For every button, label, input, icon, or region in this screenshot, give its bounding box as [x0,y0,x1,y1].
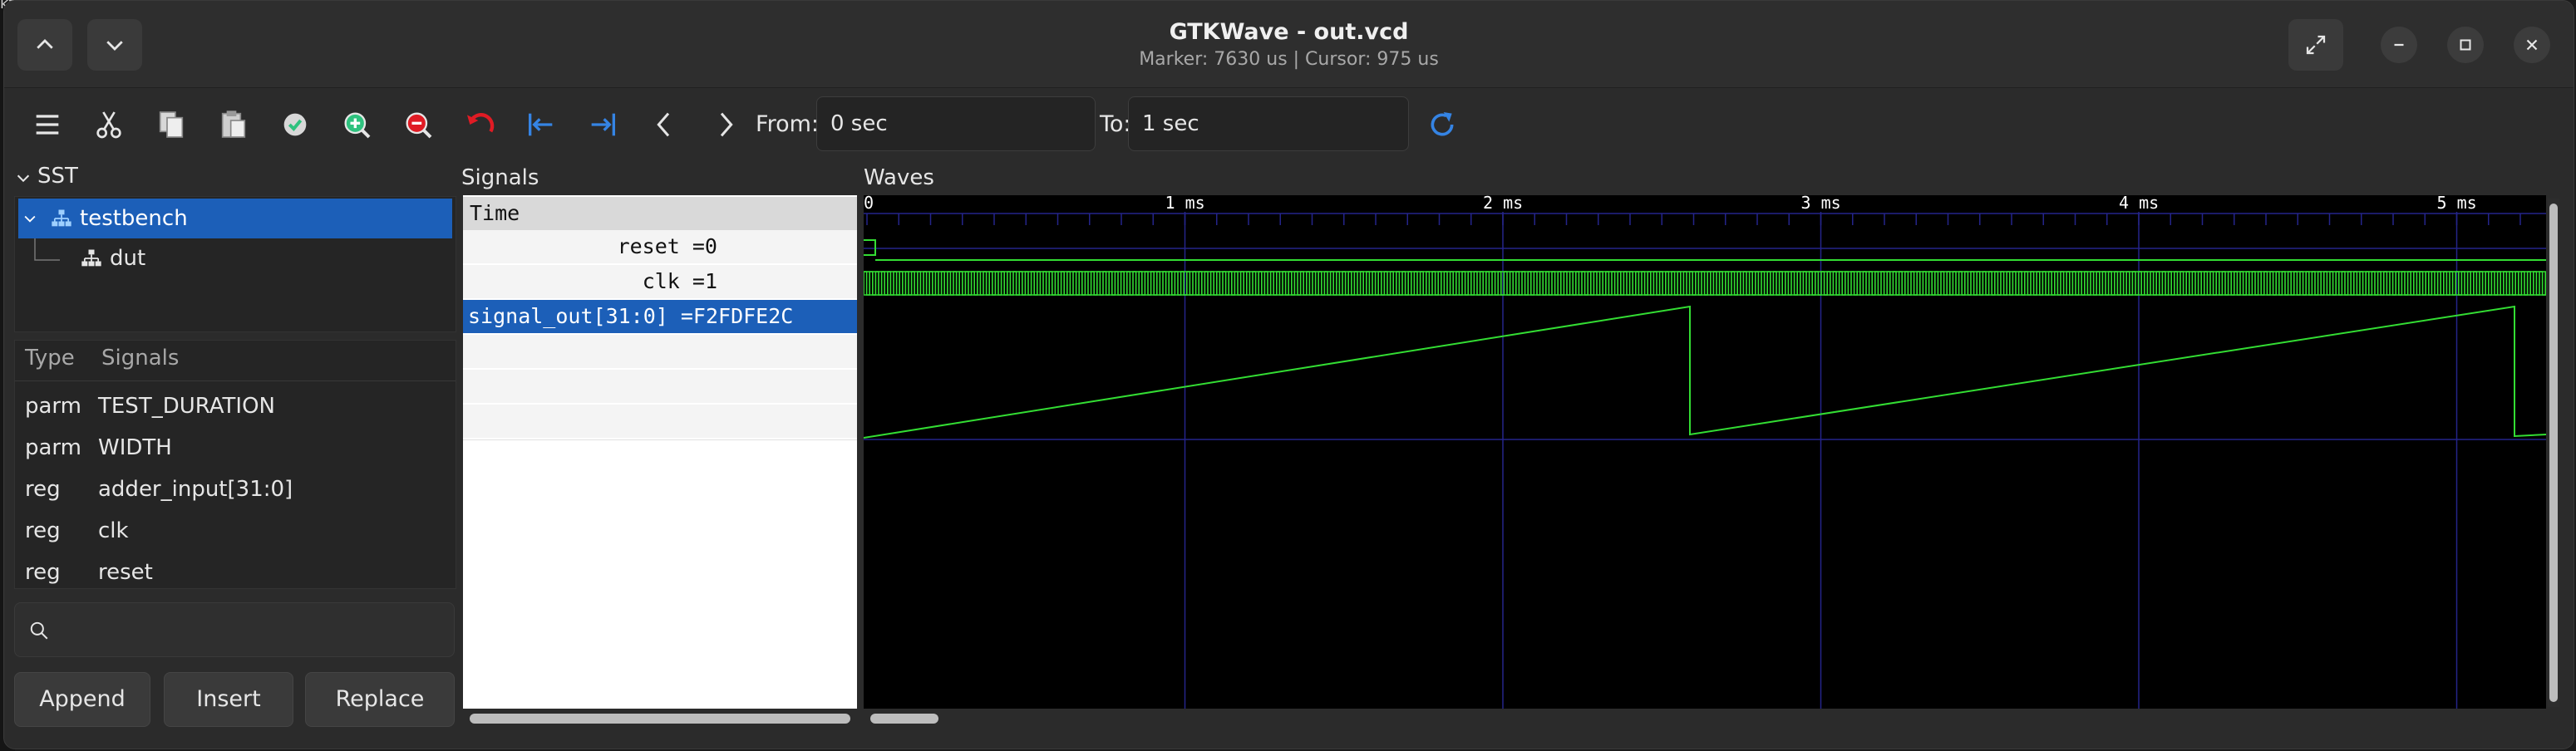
ruler-label: 1 ms [1165,195,1205,213]
signal-row-empty [463,405,857,438]
signal-search-input[interactable] [14,602,455,657]
zoom-in-button[interactable] [335,103,378,146]
clk-trace [864,271,2546,296]
minimize-button[interactable] [2381,27,2417,63]
from-label: From: [756,111,819,137]
signal-row-empty [463,335,857,368]
select-all-button[interactable] [273,103,317,146]
reset-trace [864,239,876,256]
signals-panel: Time reset =0 clk =1 signal_out[31:0] =F… [463,195,857,709]
to-input[interactable]: 1 sec [1128,96,1409,151]
tree-connector [34,238,60,261]
zoom-out-icon [406,112,432,139]
tree-item-dut[interactable]: dut [18,238,452,278]
hierarchy-icon [81,249,101,267]
undo-zoom-button[interactable] [458,103,501,146]
list-item[interactable]: parm TEST_DURATION [15,385,456,427]
row-divider [463,439,857,440]
waves-panel-title: Waves [864,165,934,190]
prev-icon [657,112,670,137]
header-divider [15,380,456,381]
undo-icon [467,113,495,133]
jump-end-button[interactable] [581,103,624,146]
time-header: Time [463,197,857,230]
zoom-out-button[interactable] [396,103,440,146]
zoom-in-icon [344,112,371,139]
close-icon [2526,39,2538,51]
signals-column-header[interactable]: Signals [101,346,179,371]
tree-item-testbench[interactable]: testbench [18,199,452,238]
maximize-button[interactable] [2447,27,2484,63]
paste-icon [221,110,246,138]
waveform-canvas[interactable]: 0 1 ms 2 ms 3 ms 4 ms 5 ms [864,195,2546,709]
jump-start-icon [529,113,553,136]
type-column-header[interactable]: Type [25,346,75,371]
insert-button[interactable]: Insert [164,672,293,727]
signal-row-reset[interactable]: reset =0 [463,230,857,263]
ruler-label: 2 ms [1483,195,1523,213]
minimize-icon [2394,43,2404,47]
next-edge-button[interactable] [704,103,747,146]
signal-row-clk[interactable]: clk =1 [463,265,857,298]
copy-button[interactable] [150,103,193,146]
maximize-icon [2460,39,2471,51]
refresh-icon [1431,112,1454,136]
header-bar: GTKWave - out.vcd Marker: 7630 us | Curs… [4,1,2574,88]
close-button[interactable] [2514,27,2550,63]
jump-end-icon [591,113,615,136]
select-all-icon [283,113,307,136]
fullscreen-icon [2306,35,2326,55]
waves-vertical-scrollbar[interactable] [2548,199,2559,707]
chevron-down-icon [17,174,30,183]
from-input[interactable]: 0 sec [816,96,1096,151]
chevron-down-icon [24,215,36,223]
list-item[interactable]: reg clk [15,510,456,552]
cut-icon [96,111,121,139]
marker-cursor-status: Marker: 7630 us | Cursor: 975 us [1139,49,1439,70]
fullscreen-button[interactable] [2288,19,2343,71]
previous-edge-button[interactable] [643,103,686,146]
tree-item-label: testbench [80,206,188,231]
hierarchy-icon [52,209,71,227]
list-item[interactable]: reg adder_input[31:0] [15,469,456,510]
sst-title: SST [37,164,78,189]
append-button[interactable]: Append [14,672,150,727]
cut-button[interactable] [87,103,131,146]
signal-out-trace [864,305,2546,439]
sst-tree: testbench dut [14,196,456,332]
next-icon [720,112,733,137]
jump-start-button[interactable] [520,103,563,146]
ruler-label: 0 [864,195,874,213]
search-icon [30,621,48,640]
signal-row-empty [463,370,857,403]
ruler-label: 5 ms [2437,195,2477,213]
time-ruler: 0 1 ms 2 ms 3 ms 4 ms 5 ms [864,195,2546,225]
gtkwave-window: GTKWave - out.vcd Marker: 7630 us | Curs… [3,0,2574,749]
waves-panel[interactable]: 0 1 ms 2 ms 3 ms 4 ms 5 ms [864,195,2546,709]
waveform-traces [864,239,2546,439]
list-item[interactable]: parm WIDTH [15,427,456,469]
to-label: To: [1100,111,1131,137]
list-item[interactable]: reg reset [15,552,456,588]
window-title: GTKWave - out.vcd [1169,19,1409,45]
menu-button[interactable] [26,103,69,146]
menu-icon [36,115,59,135]
tree-item-label: dut [110,246,146,271]
signals-panel-title: Signals [461,165,539,190]
ruler-label: 4 ms [2119,195,2159,213]
signal-type-list: Type Signals parm TEST_DURATION parm WIDTH… [14,340,456,589]
reload-button[interactable] [1421,103,1464,146]
signals-horizontal-scrollbar[interactable] [470,714,850,724]
signal-row-signal-out[interactable]: signal_out[31:0] =F2FDFE2C [463,300,857,333]
toolbar: From: 0 sec To: 1 sec [4,88,2574,161]
ruler-label: 3 ms [1801,195,1841,213]
paste-button[interactable] [212,103,255,146]
waves-horizontal-scrollbar[interactable] [870,714,938,724]
copy-icon [159,111,184,138]
replace-button[interactable]: Replace [305,672,455,727]
